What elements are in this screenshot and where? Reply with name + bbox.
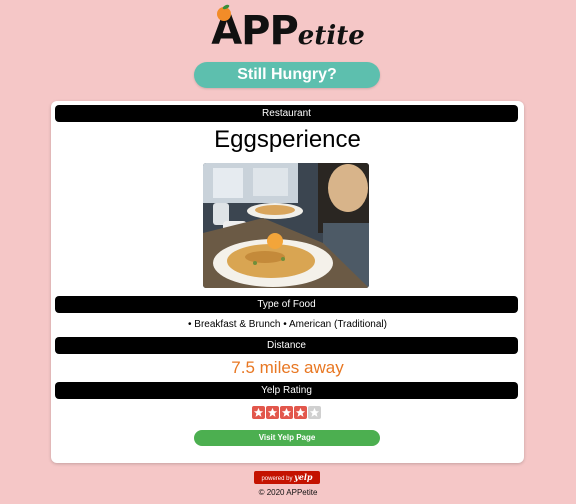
logo-suffix-text: etite [297,21,365,51]
restaurant-card: Restaurant Eggsperience Type of Food • B… [51,101,524,463]
food-type-value: • Breakfast & Brunch • American (Traditi… [188,319,387,330]
yelp-logo-text: yelp [294,472,313,482]
copyright-text: © 2020 APPetite [258,488,318,497]
yelp-rating-stars [252,406,321,419]
food-type-section-header: Type of Food [55,296,518,313]
star-filled-icon [252,406,265,419]
still-hungry-button[interactable]: Still Hungry? [194,62,380,88]
distance-section-header: Distance [55,337,518,354]
star-filled-icon [294,406,307,419]
star-empty-icon [308,406,321,419]
restaurant-name: Eggsperience [214,126,361,153]
star-filled-icon [280,406,293,419]
app-logo: APPetite [0,4,576,56]
restaurant-section-header: Restaurant [55,105,518,122]
star-filled-icon [266,406,279,419]
powered-by-text: powered by [261,476,293,482]
powered-by-yelp-badge[interactable]: powered by yelp [254,471,320,484]
visit-yelp-button[interactable]: Visit Yelp Page [194,430,380,446]
yelp-rating-section-header: Yelp Rating [55,382,518,399]
restaurant-photo [203,163,369,288]
distance-value: 7.5 miles away [231,358,344,377]
orange-icon [217,4,232,21]
